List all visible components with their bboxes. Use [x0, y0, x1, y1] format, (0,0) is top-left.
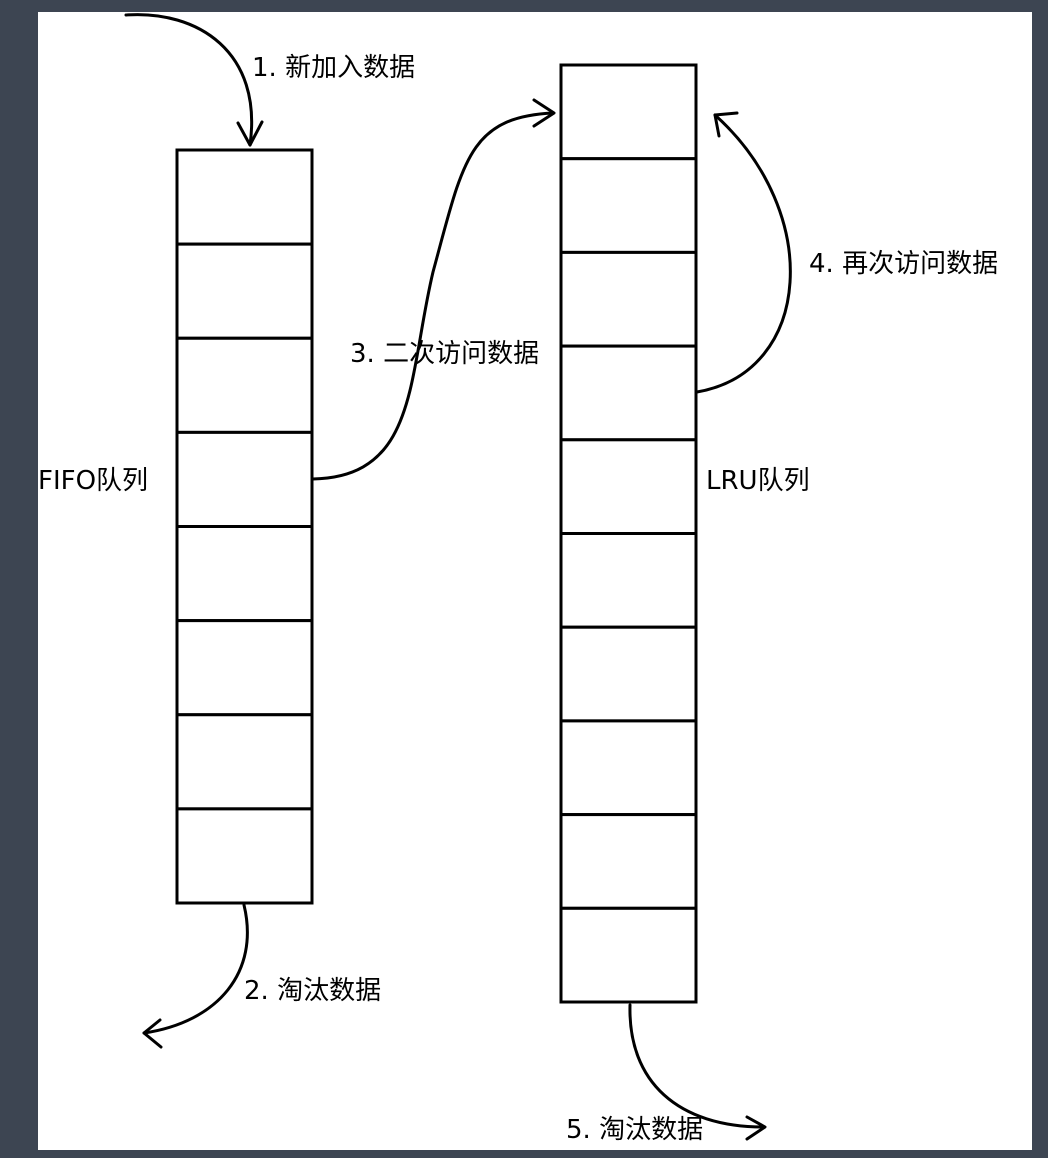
step4-label: 4. 再次访问数据	[809, 249, 998, 279]
lru-queue-cell	[559, 344, 698, 442]
fifo-queue	[175, 148, 314, 905]
lru-queue-cell	[559, 906, 698, 1004]
lru-queue-label: LRU队列	[706, 466, 810, 496]
fifo-queue-cell	[175, 430, 314, 528]
fifo-queue-cell	[175, 807, 314, 905]
lru-queue-cell	[559, 63, 698, 161]
lru-queue	[559, 63, 698, 1004]
cache-queue-diagram: 1. 新加入数据 2. 淘汰数据 3. 二次访问数据 4. 再次访问数据 5. …	[38, 13, 998, 1145]
lru-queue-cell	[559, 813, 698, 910]
step2-label: 2. 淘汰数据	[244, 976, 381, 1006]
fifo-queue-cell	[175, 525, 314, 623]
diagram-canvas: 1. 新加入数据 2. 淘汰数据 3. 二次访问数据 4. 再次访问数据 5. …	[38, 12, 1032, 1150]
fifo-queue-cell	[175, 336, 314, 434]
fifo-queue-cell	[175, 242, 314, 340]
slide-background: 1. 新加入数据 2. 淘汰数据 3. 二次访问数据 4. 再次访问数据 5. …	[0, 0, 1048, 1158]
fifo-queue-cell	[175, 619, 314, 717]
fifo-queue-cell	[175, 713, 314, 811]
arrow-new-data	[124, 13, 264, 147]
step5-label: 5. 淘汰数据	[566, 1115, 703, 1145]
lru-queue-cell	[559, 719, 698, 817]
step1-label: 1. 新加入数据	[252, 53, 415, 83]
step3-label: 3. 二次访问数据	[350, 339, 539, 369]
lru-queue-cell	[559, 157, 698, 254]
lru-queue-cell	[559, 532, 698, 629]
arrow-second-access	[311, 98, 556, 481]
fifo-queue-label: FIFO队列	[38, 466, 148, 496]
lru-queue-cell	[559, 250, 698, 348]
arrow-fifo-evict	[142, 903, 249, 1049]
fifo-queue-cell	[175, 148, 314, 246]
arrow-reaccess	[695, 111, 792, 394]
lru-queue-cell	[559, 625, 698, 723]
lru-queue-cell	[559, 438, 698, 535]
